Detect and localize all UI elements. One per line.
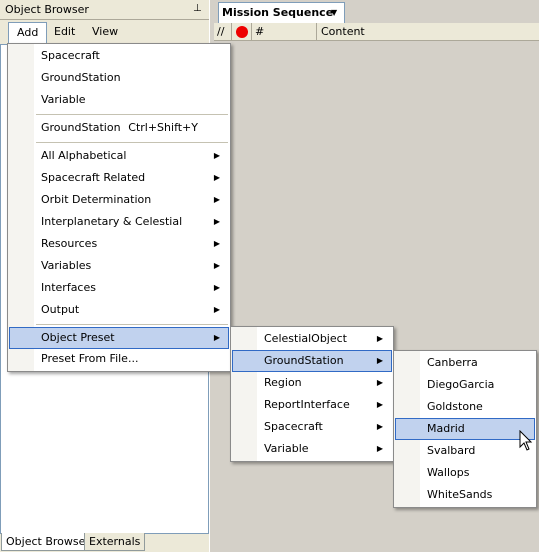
menu-item-label: GroundStation [41,121,121,134]
menu-item-spacecraft[interactable]: Spacecraft [10,46,228,66]
menu-item-groundstation[interactable]: GroundStation [10,68,228,88]
menu-item-label: Output [41,303,80,316]
menu-item-label: Orbit Determination [41,193,152,206]
menu-item-resources[interactable]: Resources ▶ [10,234,228,254]
menu-item-whitesands[interactable]: WhiteSands [396,485,534,505]
menu-item-wallops[interactable]: Wallops [396,463,534,483]
mission-sequence-tab[interactable]: Mission Sequence ▼ [218,2,345,23]
submenu-arrow-icon: ▶ [213,217,220,226]
menu-item-spacecraft-preset[interactable]: Spacecraft ▶ [233,417,391,437]
submenu-arrow-icon: ▶ [213,239,220,248]
menu-item-label: Region [264,376,302,389]
menu-item-variable[interactable]: Variable [10,90,228,110]
menu-separator [36,324,228,325]
menu-item-label: Madrid [427,422,465,435]
menu-item-label: Goldstone [427,400,483,413]
menu-item-variables[interactable]: Variables ▶ [10,256,228,276]
bottom-tab-bar: Object Browser Externals [0,533,213,552]
column-breakpoint[interactable] [232,23,252,40]
column-number[interactable]: # [252,23,317,40]
object-browser-menubar: Add Edit View [4,22,209,44]
menu-item-interfaces[interactable]: Interfaces ▶ [10,278,228,298]
menu-item-all-alphabetical[interactable]: All Alphabetical ▶ [10,146,228,166]
menu-item-label: DiegoGarcia [427,378,495,391]
submenu-arrow-icon: ▶ [213,333,220,342]
submenu-arrow-icon: ▶ [213,151,220,160]
menu-item-output[interactable]: Output ▶ [10,300,228,320]
menu-item-label: All Alphabetical [41,149,127,162]
submenu-arrow-icon: ▶ [376,444,383,453]
menu-item-madrid[interactable]: Madrid [395,418,535,440]
menu-item-label: GroundStation [264,354,344,367]
menu-item-object-preset[interactable]: Object Preset ▶ [9,327,229,349]
breakpoint-icon [236,26,248,38]
menu-item-label: Spacecraft [41,49,100,62]
menu-item-label: Preset From File... [41,352,139,365]
tab-label: Mission Sequence [222,6,334,19]
submenu-arrow-icon: ▶ [376,356,383,365]
menu-separator [36,114,228,115]
menu-item-orbit-determination[interactable]: Orbit Determination ▶ [10,190,228,210]
menu-view[interactable]: View [84,22,126,42]
menu-item-label: Spacecraft Related [41,171,146,184]
menu-item-label: Canberra [427,356,478,369]
menu-item-label: Wallops [427,466,470,479]
panel-title-bar: Object Browser ⊥ [0,0,209,20]
menu-item-label: Variable [264,442,309,455]
tab-externals[interactable]: Externals [84,533,146,551]
submenu-arrow-icon: ▶ [213,173,220,182]
menu-separator [36,142,228,143]
menu-item-spacecraft-related[interactable]: Spacecraft Related ▶ [10,168,228,188]
menu-item-diegogarcia[interactable]: DiegoGarcia [396,375,534,395]
submenu-arrow-icon: ▶ [376,400,383,409]
panel-title: Object Browser [5,3,89,16]
submenu-arrow-icon: ▶ [376,422,383,431]
menu-item-label: ReportInterface [264,398,350,411]
menu-item-groundstation-shortcut[interactable]: GroundStation Ctrl+Shift+Y [10,118,228,138]
menu-item-region[interactable]: Region ▶ [233,373,391,393]
menu-item-label: Spacecraft [264,420,323,433]
mouse-cursor-icon [519,430,533,451]
menu-item-label: Object Preset [41,331,115,344]
menu-item-reportinterface[interactable]: ReportInterface ▶ [233,395,391,415]
menu-item-label: CelestialObject [264,332,347,345]
menu-item-label: Svalbard [427,444,476,457]
menu-item-celestialobject[interactable]: CelestialObject ▶ [233,329,391,349]
menu-item-label: Resources [41,237,98,250]
tab-object-browser[interactable]: Object Browser [1,533,95,551]
menu-item-label: Variable [41,93,86,106]
menu-item-variable-preset[interactable]: Variable ▶ [233,439,391,459]
menu-item-svalbard[interactable]: Svalbard [396,441,534,461]
menu-item-label: Interplanetary & Celestial [41,215,183,228]
menu-item-label: Variables [41,259,92,272]
column-content[interactable]: Content [318,23,539,40]
menu-edit[interactable]: Edit [46,22,83,42]
menu-item-label: Interfaces [41,281,96,294]
add-menu: Spacecraft GroundStation Variable Ground… [7,43,231,372]
submenu-arrow-icon: ▶ [376,378,383,387]
menu-item-goldstone[interactable]: Goldstone [396,397,534,417]
menu-item-interplanetary[interactable]: Interplanetary & Celestial ▶ [10,212,228,232]
groundstation-submenu: Canberra DiegoGarcia Goldstone Madrid Sv… [393,350,537,508]
menu-item-canberra[interactable]: Canberra [396,353,534,373]
submenu-arrow-icon: ▶ [213,195,220,204]
submenu-arrow-icon: ▶ [213,305,220,314]
pin-icon[interactable]: ⊥ [193,3,203,15]
submenu-arrow-icon: ▶ [213,261,220,270]
object-preset-submenu: CelestialObject ▶ GroundStation ▶ Region ▶ … [230,326,394,462]
menu-add[interactable]: Add [8,22,48,44]
submenu-arrow-icon: ▶ [376,334,383,343]
menu-item-preset-from-file[interactable]: Preset From File... [10,349,228,369]
menu-item-label: GroundStation [41,71,121,84]
sequence-column-header: // # Content [214,23,539,41]
column-comment[interactable]: // [214,23,232,40]
menu-item-label: WhiteSands [427,488,493,501]
shortcut-label: Ctrl+Shift+Y [128,121,198,134]
chevron-down-icon[interactable]: ▼ [331,8,337,17]
submenu-arrow-icon: ▶ [213,283,220,292]
menu-item-groundstation-preset[interactable]: GroundStation ▶ [232,350,392,372]
